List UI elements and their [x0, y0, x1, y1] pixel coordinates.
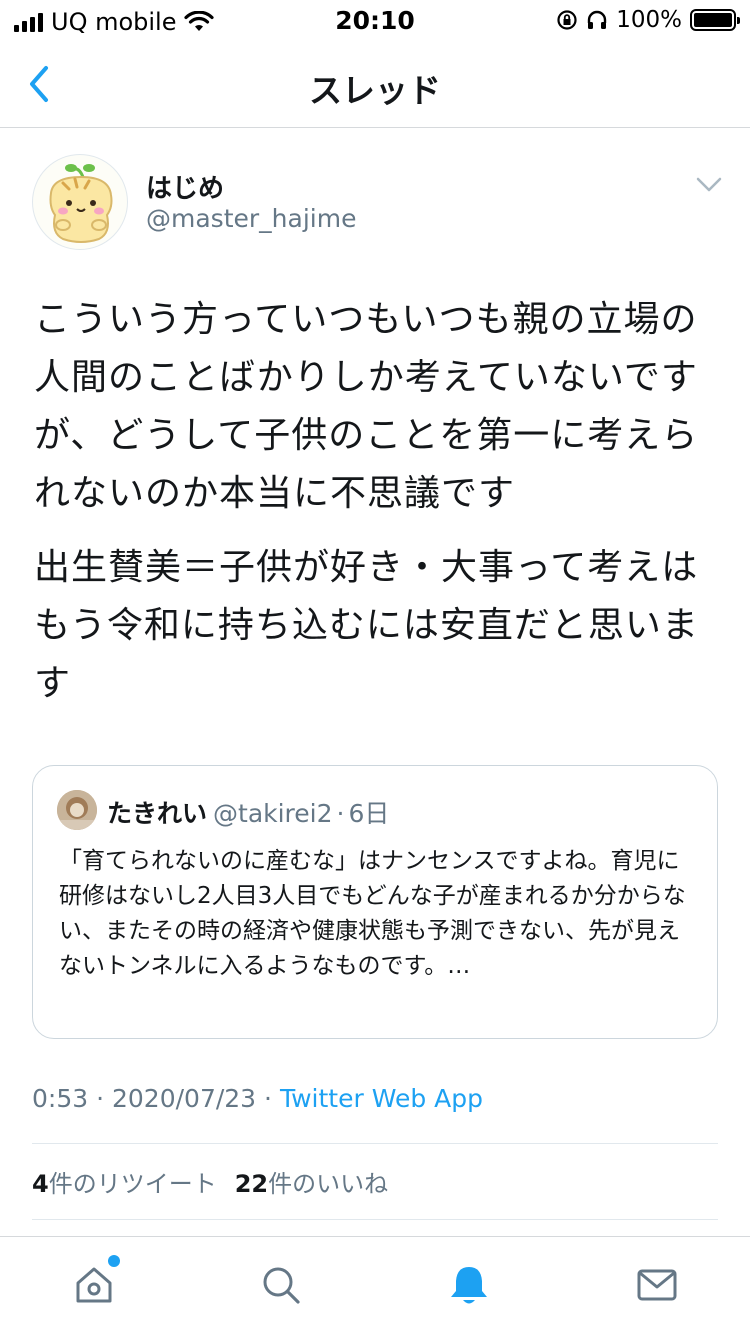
tab-bar [0, 1236, 750, 1334]
divider [32, 1143, 718, 1144]
chevron-down-icon[interactable] [694, 172, 724, 196]
tweet-text: こういう方っていつもいつも親の立場の人間のことばかりしか考えていないですが、どう… [34, 291, 724, 729]
notification-dot [108, 1255, 120, 1267]
battery-percentage: 100% [616, 7, 682, 33]
divider [32, 1219, 718, 1220]
tweet-paragraph: 出生賛美＝子供が好き・大事って考えはもう令和に持ち込むには安直だと思います [34, 547, 699, 704]
timestamp-separator: · [96, 1084, 105, 1113]
user-handle[interactable]: @master_hajime [146, 204, 356, 233]
like-label: 件のいいね [268, 1170, 389, 1198]
navigation-bar: スレッド [0, 40, 750, 128]
home-icon[interactable] [72, 1255, 120, 1307]
status-bar: UQ mobile 20:10 100% [0, 0, 750, 40]
notifications-icon[interactable] [447, 1263, 491, 1307]
quoted-tweet-card[interactable]: たきれい @takirei2 · 6日 「育てられないのに産むな」はナンセンスですよね… [32, 765, 718, 1039]
battery-icon [690, 9, 740, 31]
quote-handle: @takirei2 [213, 799, 333, 828]
quote-avatar [57, 790, 97, 830]
rotation-lock-icon [557, 10, 577, 30]
quote-header: たきれい @takirei2 · 6日 [107, 794, 389, 830]
timestamp-separator: · [264, 1084, 272, 1113]
display-name[interactable]: はじめ [146, 168, 224, 205]
quote-text: 「育てられないのに産むな」はナンセンスですよね。育児に研修はないし2人目3人目で… [59, 848, 686, 979]
tweet-timestamp-line: 0:53 · 2020/07/23 · Twitter Web App [32, 1084, 483, 1113]
search-icon[interactable] [259, 1263, 303, 1307]
tweet-date: 2020/07/23 [112, 1084, 257, 1113]
tweet-time: 0:53 [32, 1084, 89, 1113]
page-title: スレッド [309, 71, 441, 110]
hamster-avatar-icon [49, 164, 113, 243]
engagement-stats: 4件のリツイート 22件のいいね [32, 1164, 388, 1199]
quote-age: 6日 [348, 799, 390, 828]
quote-display-name: たきれい [107, 799, 208, 828]
like-count: 22 [234, 1170, 269, 1198]
like-stat[interactable]: 22件のいいね [235, 1170, 388, 1198]
tweet-paragraph: こういう方っていつもいつも親の立場の人間のことばかりしか考えていないですが、どう… [34, 299, 699, 514]
avatar[interactable] [32, 154, 128, 250]
retweet-label: 件のリツイート [48, 1170, 217, 1198]
retweet-stat[interactable]: 4件のリツイート [32, 1170, 217, 1198]
quote-separator: · [336, 799, 345, 828]
quote-avatar-image-icon [57, 790, 97, 830]
source-link[interactable]: Twitter Web App [280, 1084, 483, 1113]
messages-icon[interactable] [635, 1263, 679, 1307]
headphones-icon [588, 10, 607, 29]
retweet-count: 4 [32, 1170, 49, 1198]
